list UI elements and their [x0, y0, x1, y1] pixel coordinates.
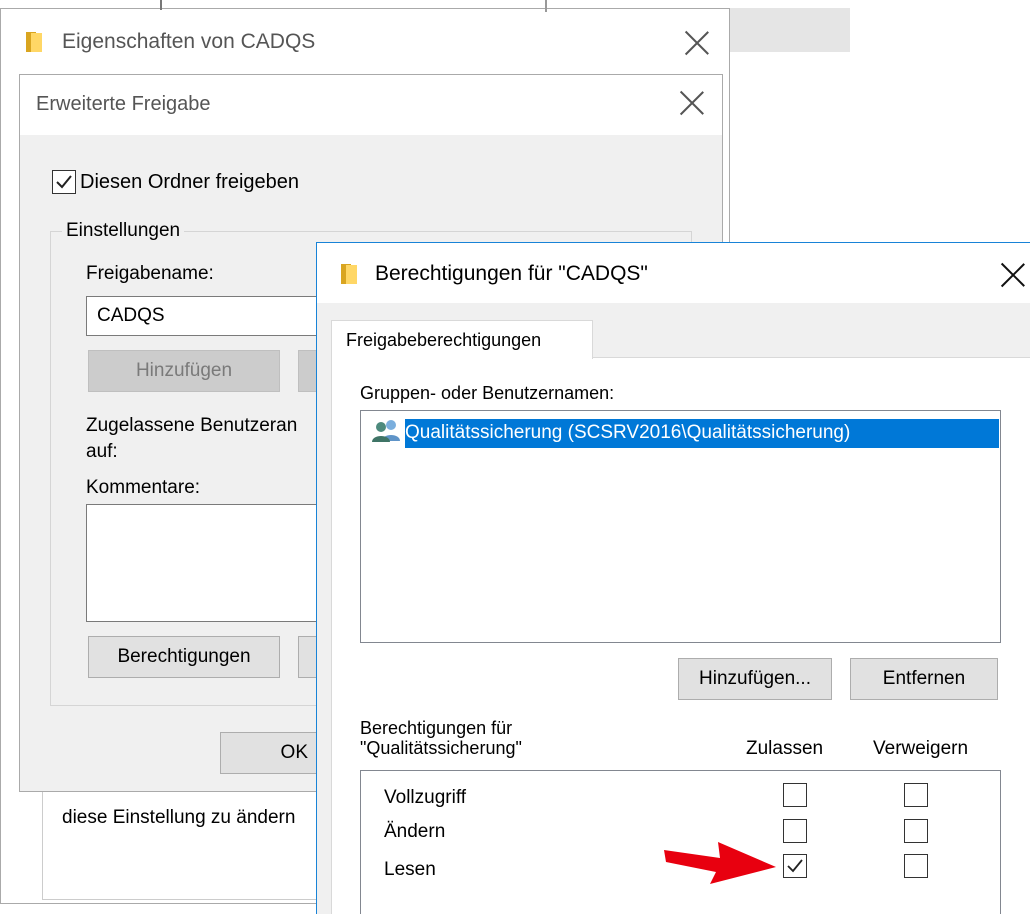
comments-textarea[interactable]: [86, 504, 318, 622]
deny-column-header: Verweigern: [873, 738, 969, 759]
permission-name: Lesen: [384, 859, 436, 880]
ok-button-label: OK: [280, 742, 308, 763]
background-tick: [545, 0, 547, 12]
permissions-for-group-label: "Qualitätssicherung": [360, 738, 522, 758]
advanced-sharing-title: Erweiterte Freigabe: [36, 93, 211, 115]
tab-share-permissions[interactable]: Freigabeberechtigungen: [331, 320, 593, 359]
folder-icon: [341, 264, 357, 284]
permissions-for-label: Berechtigungen für: [360, 718, 513, 738]
tab-share-permissions-label: Freigabeberechtigungen: [346, 330, 542, 350]
deny-checkbox-lesen[interactable]: [904, 854, 928, 878]
folder-icon: [26, 32, 42, 52]
groups-label: Gruppen- oder Benutzernamen:: [360, 383, 615, 403]
allow-column-header: Zulassen: [746, 738, 824, 759]
user-limit-label-2: auf:: [86, 441, 118, 462]
background-strip: [730, 8, 850, 52]
permissions-dialog-title: Berechtigungen für "CADQS": [375, 262, 648, 285]
users-icon: [371, 419, 403, 443]
deny-checkbox-aendern[interactable]: [904, 819, 928, 843]
group-name: Qualitätssicherung (SCSRV2016\Qualitätss…: [405, 422, 851, 443]
background-tick: [160, 0, 162, 10]
red-arrow-shape: [664, 842, 776, 884]
allow-checkbox-vollzugriff[interactable]: [783, 783, 807, 807]
close-icon[interactable]: [684, 30, 710, 56]
remove-share-button[interactable]: [298, 350, 318, 392]
groups-listbox[interactable]: Qualitätssicherung (SCSRV2016\Qualitätss…: [360, 410, 1001, 643]
properties-partial-text: diese Einstellung zu ändern: [62, 807, 296, 828]
add-user-button[interactable]: Hinzufügen...: [678, 658, 832, 700]
permission-name: Ändern: [384, 821, 446, 842]
red-arrow-icon: [664, 842, 776, 884]
close-icon[interactable]: [1000, 262, 1026, 288]
share-folder-label[interactable]: Diesen Ordner freigeben: [80, 171, 299, 194]
remove-user-button[interactable]: Entfernen: [850, 658, 998, 700]
deny-checkbox-vollzugriff[interactable]: [904, 783, 928, 807]
user-limit-label: Zugelassene Benutzeran: [86, 415, 298, 436]
group-list-item[interactable]: Qualitätssicherung (SCSRV2016\Qualitätss…: [405, 419, 999, 448]
comments-label: Kommentare:: [86, 477, 201, 498]
permission-name: Vollzugriff: [384, 787, 467, 808]
ok-button[interactable]: OK: [220, 732, 318, 774]
add-share-button[interactable]: Hinzufügen: [88, 350, 280, 392]
close-icon[interactable]: [679, 90, 705, 116]
allow-checkbox-lesen[interactable]: [783, 854, 807, 878]
share-name-input[interactable]: CADQS: [86, 296, 318, 336]
properties-window-title: Eigenschaften von CADQS: [62, 30, 316, 53]
share-name-value: CADQS: [97, 305, 165, 326]
allow-checkbox-aendern[interactable]: [783, 819, 807, 843]
caching-button[interactable]: [298, 636, 318, 678]
share-folder-checkbox[interactable]: [52, 170, 76, 194]
share-name-label: Freigabename:: [86, 263, 214, 284]
permissions-button[interactable]: Berechtigungen: [88, 636, 280, 678]
settings-group-label: Einstellungen: [62, 220, 185, 242]
